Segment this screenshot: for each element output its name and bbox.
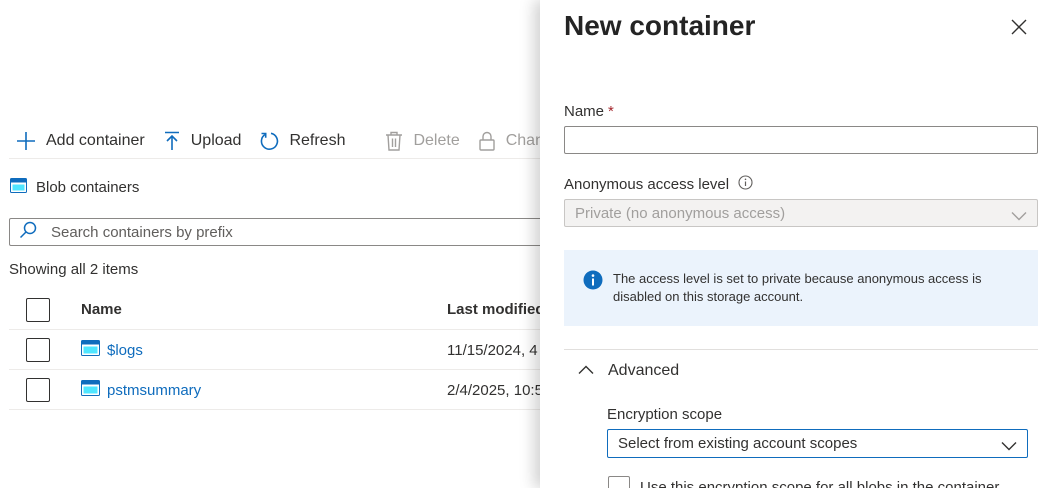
column-header-last-modified[interactable]: Last modified <box>447 301 540 318</box>
encryption-scope-value: Select from existing account scopes <box>618 435 858 452</box>
table-row: $logs 11/15/2024, 4 <box>9 331 540 370</box>
name-label-row: Name * <box>564 103 614 120</box>
divider <box>564 349 1038 350</box>
name-cell: $logs <box>81 339 143 361</box>
refresh-label: Refresh <box>289 132 346 149</box>
close-icon <box>1010 19 1028 40</box>
row-checkbox[interactable] <box>26 378 50 402</box>
delete-button[interactable]: Delete <box>385 126 460 156</box>
access-level-select[interactable]: Private (no anonymous access) <box>564 199 1038 227</box>
row-checkbox[interactable] <box>26 338 50 362</box>
search-icon <box>19 221 37 244</box>
refresh-button[interactable]: Refresh <box>259 126 345 156</box>
container-link[interactable]: pstmsummary <box>107 382 201 399</box>
use-scope-label: Use this encryption scope for all blobs … <box>640 478 1000 488</box>
name-label: Name <box>564 103 605 120</box>
name-input[interactable] <box>564 126 1038 154</box>
chevron-up-icon <box>578 362 594 380</box>
section-title: Blob containers <box>10 178 139 197</box>
last-modified-cell: 2/4/2025, 10:5 <box>447 381 540 399</box>
chevron-down-icon <box>1011 208 1027 225</box>
change-access-label: Change access level <box>505 132 540 149</box>
required-indicator: * <box>608 103 614 120</box>
container-icon <box>81 379 100 401</box>
container-icon <box>81 339 100 361</box>
add-container-button[interactable]: Add container <box>16 126 145 156</box>
info-message-text: The access level is set to private becau… <box>613 271 982 304</box>
new-container-panel: New container Name * Anonymous access le… <box>540 0 1058 488</box>
containers-blade: Add container Upload Refresh Delete Chan… <box>0 0 540 488</box>
name-cell: pstmsummary <box>81 379 201 401</box>
advanced-label: Advanced <box>608 362 680 379</box>
info-icon <box>583 270 603 326</box>
item-count: Showing all 2 items <box>9 261 139 278</box>
toolbar-divider <box>9 158 540 159</box>
scope-checkbox-row: Use this encryption scope for all blobs … <box>608 476 999 488</box>
container-icon <box>10 178 27 197</box>
encryption-scope-label: Encryption scope <box>607 406 723 423</box>
chevron-down-icon <box>1001 438 1017 455</box>
access-level-label: Anonymous access level <box>564 176 730 193</box>
command-bar: Add container Upload Refresh Delete Chan <box>0 126 540 156</box>
table-row: pstmsummary 2/4/2025, 10:5 <box>9 371 540 410</box>
change-access-level-button[interactable]: Change access level <box>478 126 540 156</box>
table-header: Name Last modified <box>9 290 540 330</box>
add-container-label: Add container <box>46 132 145 149</box>
delete-label: Delete <box>413 132 460 149</box>
last-modified-cell: 11/15/2024, 4 <box>447 341 538 359</box>
use-scope-checkbox[interactable] <box>608 476 630 488</box>
search-input[interactable] <box>51 223 531 241</box>
lock-icon <box>478 131 496 151</box>
search-box[interactable] <box>9 218 540 246</box>
trash-icon <box>385 131 403 151</box>
info-icon[interactable] <box>738 175 753 194</box>
container-link[interactable]: $logs <box>107 342 143 359</box>
panel-title: New container <box>564 10 756 41</box>
refresh-icon <box>259 131 279 151</box>
close-button[interactable] <box>1010 18 1030 38</box>
advanced-section-toggle[interactable]: Advanced <box>578 362 679 380</box>
plus-icon <box>16 131 36 151</box>
access-level-value: Private (no anonymous access) <box>575 204 786 222</box>
upload-arrow-icon <box>163 131 181 151</box>
info-message-bar: The access level is set to private becau… <box>564 250 1038 326</box>
access-label-row: Anonymous access level <box>564 175 753 194</box>
select-all-checkbox[interactable] <box>26 297 50 322</box>
encryption-scope-select[interactable]: Select from existing account scopes <box>607 429 1028 458</box>
upload-label: Upload <box>190 132 242 149</box>
column-header-name[interactable]: Name <box>81 301 122 318</box>
upload-button[interactable]: Upload <box>163 126 242 156</box>
section-title-label: Blob containers <box>36 179 140 196</box>
